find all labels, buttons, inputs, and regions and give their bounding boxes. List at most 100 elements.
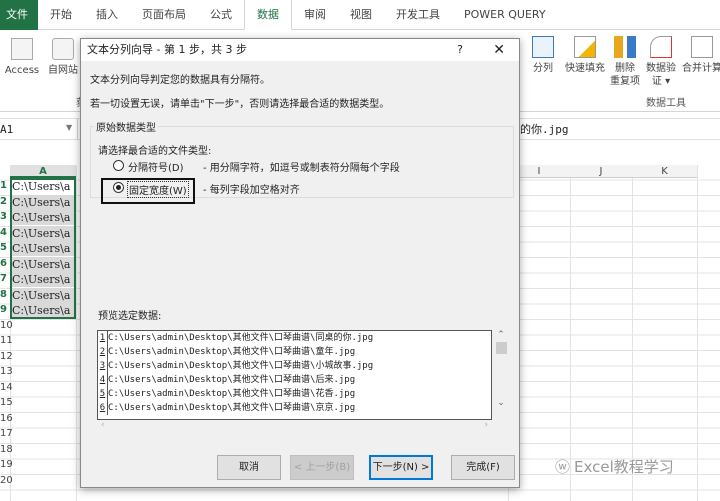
preview-horizontal-scrollbar[interactable]: ‹ › xyxy=(97,420,492,434)
row-header[interactable]: 13 xyxy=(0,366,13,377)
tab-5[interactable]: 数据 xyxy=(244,0,292,30)
preview-row: 2 C:\Users\admin\Desktop\其他文件\口琴曲谱\童年.jpg xyxy=(98,345,491,359)
web-icon xyxy=(52,38,74,60)
row-header[interactable]: 2 xyxy=(0,196,10,207)
row-header[interactable]: 3 xyxy=(0,211,10,222)
preview-row-number: 5 xyxy=(98,387,108,401)
fixed-width-label[interactable]: 固定宽度(W) xyxy=(127,181,189,198)
name-box-dropdown-icon[interactable]: ▼ xyxy=(66,123,72,132)
preview-row-text: C:\Users\admin\Desktop\其他文件\口琴曲谱\童年.jpg xyxy=(108,347,356,357)
group-label-data-tools: 数据工具 xyxy=(646,98,686,109)
detection-message: 文本分列向导判定您的数据具有分隔符。 xyxy=(90,75,270,86)
access-icon xyxy=(11,38,33,60)
row-header[interactable]: 19 xyxy=(0,459,13,470)
flash-fill-button[interactable]: 快速填充 xyxy=(562,36,608,75)
row-header[interactable]: 10 xyxy=(0,320,13,331)
preview-row: 1 C:\Users\admin\Desktop\其他文件\口琴曲谱\同桌的你.j… xyxy=(98,331,491,345)
tab-6[interactable]: 审阅 xyxy=(292,0,338,30)
tab-1[interactable]: 开始 xyxy=(38,0,84,30)
tab-8[interactable]: 开发工具 xyxy=(384,0,452,30)
row-header[interactable]: 6 xyxy=(0,258,10,269)
column-header-k[interactable]: K xyxy=(632,165,697,178)
preview-row: 6 C:\Users\admin\Desktop\其他文件\口琴曲谱\京京.jpg xyxy=(98,401,491,415)
delimited-radio[interactable] xyxy=(113,160,124,171)
scroll-right-icon[interactable]: › xyxy=(484,420,488,430)
row-header[interactable]: 12 xyxy=(0,351,13,362)
row-header[interactable]: 14 xyxy=(0,382,13,393)
scroll-left-icon[interactable]: ‹ xyxy=(101,420,105,430)
row-header[interactable]: 17 xyxy=(0,428,13,439)
row-header[interactable]: 8 xyxy=(0,289,10,300)
tab-4[interactable]: 公式 xyxy=(198,0,244,30)
row-header[interactable]: 7 xyxy=(0,273,10,284)
formula-input[interactable]: 的你.jpg xyxy=(520,119,569,140)
remove-duplicates-icon xyxy=(614,36,636,58)
remove-duplicates-button[interactable]: 删除 重复项 xyxy=(610,36,640,88)
ribbon-tabs: 文件 开始 插入 页面布局 公式 数据 审阅 视图 开发工具 POWER QUERY xyxy=(0,0,720,30)
fixed-width-radio[interactable] xyxy=(113,182,124,193)
consolidate-button[interactable]: 合并计算 xyxy=(680,36,720,75)
tab-7[interactable]: 视图 xyxy=(338,0,384,30)
from-web-button[interactable]: 自网站 xyxy=(44,38,82,77)
preview-label: 预览选定数据: xyxy=(98,311,162,322)
finish-button[interactable]: 完成(F) xyxy=(451,455,515,480)
row-header[interactable]: 18 xyxy=(0,444,13,455)
consolidate-icon xyxy=(691,36,713,58)
preview-row: 3 C:\Users\admin\Desktop\其他文件\口琴曲谱\小城故事.j… xyxy=(98,359,491,373)
row-header[interactable]: 1 xyxy=(0,180,10,191)
data-validation-icon xyxy=(650,36,672,58)
preview-vertical-scrollbar[interactable]: ⌃ ⌄ xyxy=(494,330,508,420)
next-button[interactable]: 下一步(N) > xyxy=(369,455,433,480)
from-access-button[interactable]: Access xyxy=(2,38,42,77)
preview-row-number: 1 xyxy=(98,331,108,345)
preview-row-number: 4 xyxy=(98,373,108,387)
column-header-j[interactable]: J xyxy=(570,165,632,178)
choose-type-label: 请选择最合适的文件类型: xyxy=(98,146,212,157)
scroll-up-icon[interactable]: ⌃ xyxy=(494,330,508,340)
wechat-icon: ⓦ xyxy=(555,458,571,476)
preview-row-number: 3 xyxy=(98,359,108,373)
preview-row-text: C:\Users\admin\Desktop\其他文件\口琴曲谱\后来.jpg xyxy=(108,375,356,385)
data-type-group-title: 原始数据类型 xyxy=(94,119,158,134)
text-to-columns-wizard-dialog: 文本分列向导 - 第 1 步，共 3 步 ? ✕ 文本分列向导判定您的数据具有分… xyxy=(80,38,520,488)
row-header[interactable]: 16 xyxy=(0,413,13,424)
row-header[interactable]: 11 xyxy=(0,335,13,346)
dialog-titlebar: 文本分列向导 - 第 1 步，共 3 步 ? ✕ xyxy=(81,39,519,61)
help-button[interactable]: ? xyxy=(457,39,463,61)
preview-box[interactable]: 1 C:\Users\admin\Desktop\其他文件\口琴曲谱\同桌的你.j… xyxy=(97,330,492,420)
tab-3[interactable]: 页面布局 xyxy=(130,0,198,30)
preview-row: 5 C:\Users\admin\Desktop\其他文件\口琴曲谱\花香.jpg xyxy=(98,387,491,401)
preview-row-text: C:\Users\admin\Desktop\其他文件\口琴曲谱\同桌的你.jp… xyxy=(108,333,374,343)
row-header[interactable]: 15 xyxy=(0,397,13,408)
preview-row-number: 2 xyxy=(98,345,108,359)
preview-row-text: C:\Users\admin\Desktop\其他文件\口琴曲谱\花香.jpg xyxy=(108,389,356,399)
flash-fill-icon xyxy=(574,36,596,58)
close-button[interactable]: ✕ xyxy=(493,39,505,61)
preview-row: 4 C:\Users\admin\Desktop\其他文件\口琴曲谱\后来.jpg xyxy=(98,373,491,387)
row-header[interactable]: 5 xyxy=(0,242,10,253)
fixed-width-description: - 每列字段加空格对齐 xyxy=(203,185,300,196)
preview-row-text: C:\Users\admin\Desktop\其他文件\口琴曲谱\京京.jpg xyxy=(108,403,356,413)
watermark: ⓦ Excel教程学习 xyxy=(555,458,674,476)
instruction-message: 若一切设置无误，请单击"下一步"，否则请选择最合适的数据类型。 xyxy=(90,99,390,110)
tab-9[interactable]: POWER QUERY xyxy=(452,0,558,30)
preview-row-number: 6 xyxy=(98,401,108,415)
row-header[interactable]: 4 xyxy=(0,227,10,238)
tab-0[interactable]: 文件 xyxy=(0,0,38,30)
column-header-a[interactable]: A xyxy=(10,165,76,178)
preview-row-text: C:\Users\admin\Desktop\其他文件\口琴曲谱\小城故事.jp… xyxy=(108,361,374,371)
row-header[interactable]: 9 xyxy=(0,304,10,315)
text-to-columns-button[interactable]: 分列 xyxy=(528,36,558,75)
delimited-label[interactable]: 分隔符号(D) xyxy=(128,159,184,174)
selection-range xyxy=(10,178,76,319)
row-header[interactable]: 20 xyxy=(0,475,13,486)
cancel-button[interactable]: 取消 xyxy=(217,455,281,480)
tab-2[interactable]: 插入 xyxy=(84,0,130,30)
dialog-title: 文本分列向导 - 第 1 步，共 3 步 xyxy=(87,43,247,56)
split-columns-icon xyxy=(532,36,554,58)
back-button[interactable]: < 上一步(B) xyxy=(290,455,354,480)
data-validation-button[interactable]: 数据验 证 ▾ xyxy=(644,36,678,88)
delimited-description: - 用分隔字符，如逗号或制表符分隔每个字段 xyxy=(203,163,400,174)
scroll-down-icon[interactable]: ⌄ xyxy=(494,398,508,408)
scroll-thumb[interactable] xyxy=(495,342,507,354)
